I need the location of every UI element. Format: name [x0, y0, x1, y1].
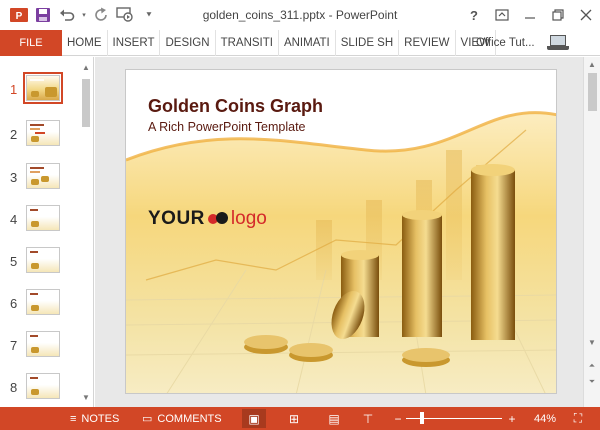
tab-insert[interactable]: INSERT	[108, 30, 161, 56]
slide-number: 5	[10, 254, 18, 269]
slide-number: 8	[10, 380, 18, 395]
svg-text:P: P	[16, 11, 23, 22]
slide-thumbnail-image[interactable]	[26, 120, 60, 146]
scroll-down-icon[interactable]: ▼	[80, 391, 92, 403]
tab-home[interactable]: HOME	[62, 30, 108, 56]
slide-thumbnail[interactable]: 2	[0, 120, 80, 150]
scrollbar-thumb[interactable]	[82, 79, 90, 127]
status-bar: ≡ NOTES ▭ COMMENTS ▣ ⊞ ▤ ⊤ − + 44% ⛶	[0, 407, 600, 430]
ribbon-display-options-icon[interactable]	[488, 0, 516, 30]
window-controls: ?	[460, 0, 600, 30]
powerpoint-logo-icon[interactable]: P	[8, 5, 30, 25]
tab-animations[interactable]: ANIMATI	[279, 30, 336, 56]
slide-thumbnail-pane: 1 2 3 4 5 6 7 8 ▲ ▼	[0, 57, 94, 407]
slide-subtitle[interactable]: A Rich PowerPoint Template	[148, 120, 306, 134]
slide-editing-area[interactable]: Golden Coins Graph A Rich PowerPoint Tem…	[95, 57, 600, 407]
logo-mark-icon	[207, 212, 230, 226]
slide-title[interactable]: Golden Coins Graph	[148, 96, 323, 117]
comments-label: COMMENTS	[157, 412, 222, 425]
account-area[interactable]: Office Tut...	[476, 30, 569, 56]
slide-thumbnail[interactable]: 1	[0, 72, 80, 105]
slide-background-graphic	[126, 70, 556, 393]
next-slide-icon[interactable]: ⏷	[584, 375, 600, 389]
present-from-start-icon[interactable]	[114, 5, 136, 25]
logo-your-text: YOUR	[148, 208, 205, 229]
scroll-up-icon[interactable]: ▲	[584, 57, 600, 71]
zoom-in-icon[interactable]: +	[500, 409, 524, 428]
slide-thumbnail[interactable]: 5	[0, 247, 80, 277]
notes-icon: ≡	[70, 412, 77, 425]
minimize-icon[interactable]	[516, 0, 544, 30]
tab-review[interactable]: REVIEW	[399, 30, 456, 56]
logo-word-text: logo	[230, 208, 267, 229]
restore-icon[interactable]	[544, 0, 572, 30]
slide-number: 1	[10, 82, 18, 97]
slide-thumbnail[interactable]: 7	[0, 331, 80, 361]
slide-thumbnail[interactable]: 6	[0, 289, 80, 319]
previous-slide-icon[interactable]: ⏶	[584, 359, 600, 373]
account-name[interactable]: Office Tut...	[476, 37, 535, 49]
notes-button[interactable]: ≡ NOTES	[70, 407, 119, 430]
slide-number: 6	[10, 296, 18, 311]
laptop-icon	[546, 34, 569, 52]
slide-thumbnail-image[interactable]	[23, 72, 63, 104]
logo-placeholder[interactable]: YOUR logo	[148, 208, 267, 230]
zoom-slider-knob[interactable]	[420, 412, 424, 424]
slide-thumbnail[interactable]: 3	[0, 163, 80, 193]
reading-view-icon[interactable]: ▤	[322, 409, 346, 428]
file-tab[interactable]: FILE	[0, 30, 62, 56]
scroll-down-icon[interactable]: ▼	[584, 335, 600, 349]
slide-thumbnail-image[interactable]	[26, 331, 60, 357]
undo-icon[interactable]	[56, 5, 78, 25]
close-icon[interactable]	[572, 0, 600, 30]
slide-number: 3	[10, 170, 18, 185]
slide-number: 2	[10, 127, 18, 142]
slide-thumbnail-image[interactable]	[26, 247, 60, 273]
slide-thumbnail[interactable]: 8	[0, 373, 80, 403]
undo-dropdown-icon[interactable]: ▾	[80, 5, 88, 25]
save-icon[interactable]	[32, 5, 54, 25]
zoom-level[interactable]: 44%	[534, 407, 556, 430]
fit-slide-icon[interactable]: ⛶	[566, 409, 590, 428]
thumbnail-scrollbar[interactable]: ▲ ▼	[80, 61, 92, 403]
scroll-up-icon[interactable]: ▲	[80, 61, 92, 73]
help-icon[interactable]: ?	[460, 0, 488, 30]
scrollbar-thumb[interactable]	[588, 73, 597, 111]
comments-button[interactable]: ▭ COMMENTS	[142, 407, 222, 430]
comment-icon: ▭	[142, 413, 153, 425]
slide-thumbnail-image[interactable]	[26, 163, 60, 189]
slide-scrollbar[interactable]: ▲ ▼ ⏶ ⏷	[583, 57, 600, 407]
slide-thumbnail-image[interactable]	[26, 373, 60, 399]
slide-thumbnail-image[interactable]	[26, 205, 60, 231]
slide-number: 7	[10, 338, 18, 353]
quick-access-toolbar: P ▾ ⯆	[8, 5, 160, 25]
normal-view-icon[interactable]: ▣	[242, 409, 266, 428]
ribbon-tabs: FILE HOME INSERT DESIGN TRANSITI ANIMATI…	[0, 30, 600, 56]
title-bar: P ▾ ⯆ golden_coins_311.pptx - PowerPoint…	[0, 0, 600, 30]
slide[interactable]: Golden Coins Graph A Rich PowerPoint Tem…	[125, 69, 557, 394]
slide-number: 4	[10, 212, 18, 227]
notes-label: NOTES	[81, 412, 120, 425]
tab-transitions[interactable]: TRANSITI	[216, 30, 279, 56]
tab-design[interactable]: DESIGN	[160, 30, 216, 56]
redo-icon[interactable]	[90, 5, 112, 25]
slide-thumbnail-image[interactable]	[26, 289, 60, 315]
slide-sorter-view-icon[interactable]: ⊞	[282, 409, 306, 428]
slide-thumbnail[interactable]: 4	[0, 205, 80, 235]
tab-list: HOME INSERT DESIGN TRANSITI ANIMATI SLID…	[62, 30, 496, 56]
slide-show-view-icon[interactable]: ⊤	[356, 409, 380, 428]
customize-qat-icon[interactable]: ⯆	[138, 5, 160, 25]
tab-slide-show[interactable]: SLIDE SH	[336, 30, 400, 56]
